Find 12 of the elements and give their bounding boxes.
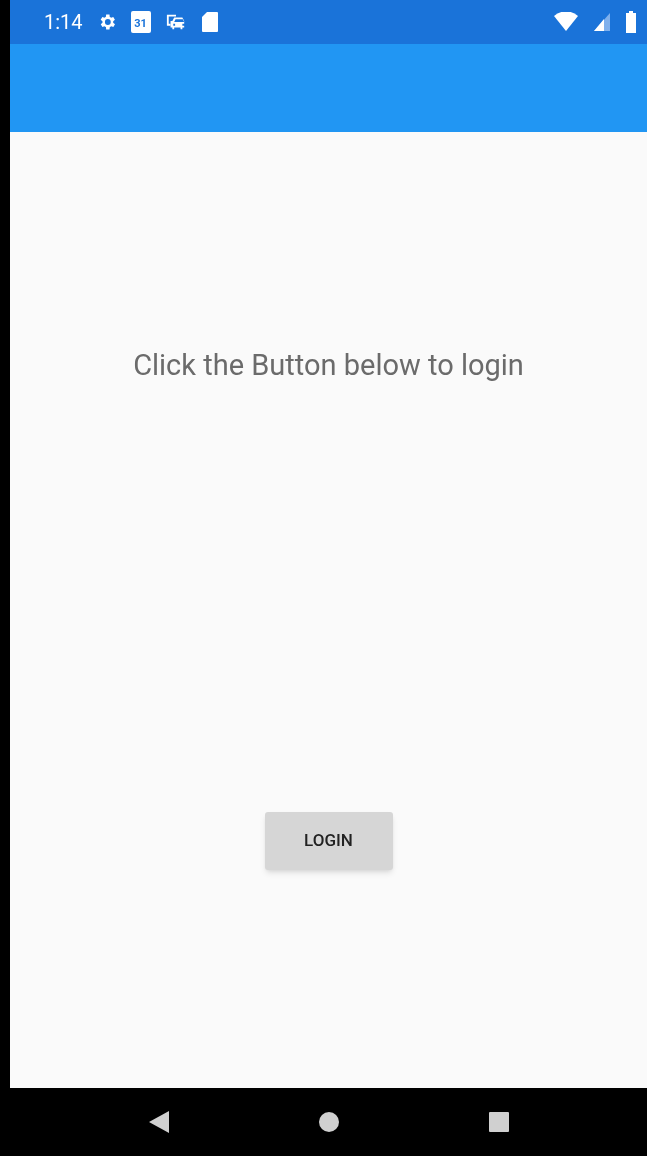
status-time: 1:14: [44, 9, 83, 36]
calendar-icon: 31: [130, 11, 151, 33]
signal-icon: [593, 12, 611, 32]
car-icon: [164, 12, 187, 32]
home-icon[interactable]: [317, 1111, 340, 1133]
wifi-icon: [553, 12, 579, 32]
sd-card-icon: [200, 11, 219, 33]
back-icon[interactable]: [147, 1110, 170, 1134]
login-button[interactable]: LOGIN: [264, 811, 393, 870]
overview-icon[interactable]: [487, 1111, 510, 1133]
login-message: Click the Button below to login: [133, 347, 524, 384]
battery-icon: [625, 11, 637, 33]
